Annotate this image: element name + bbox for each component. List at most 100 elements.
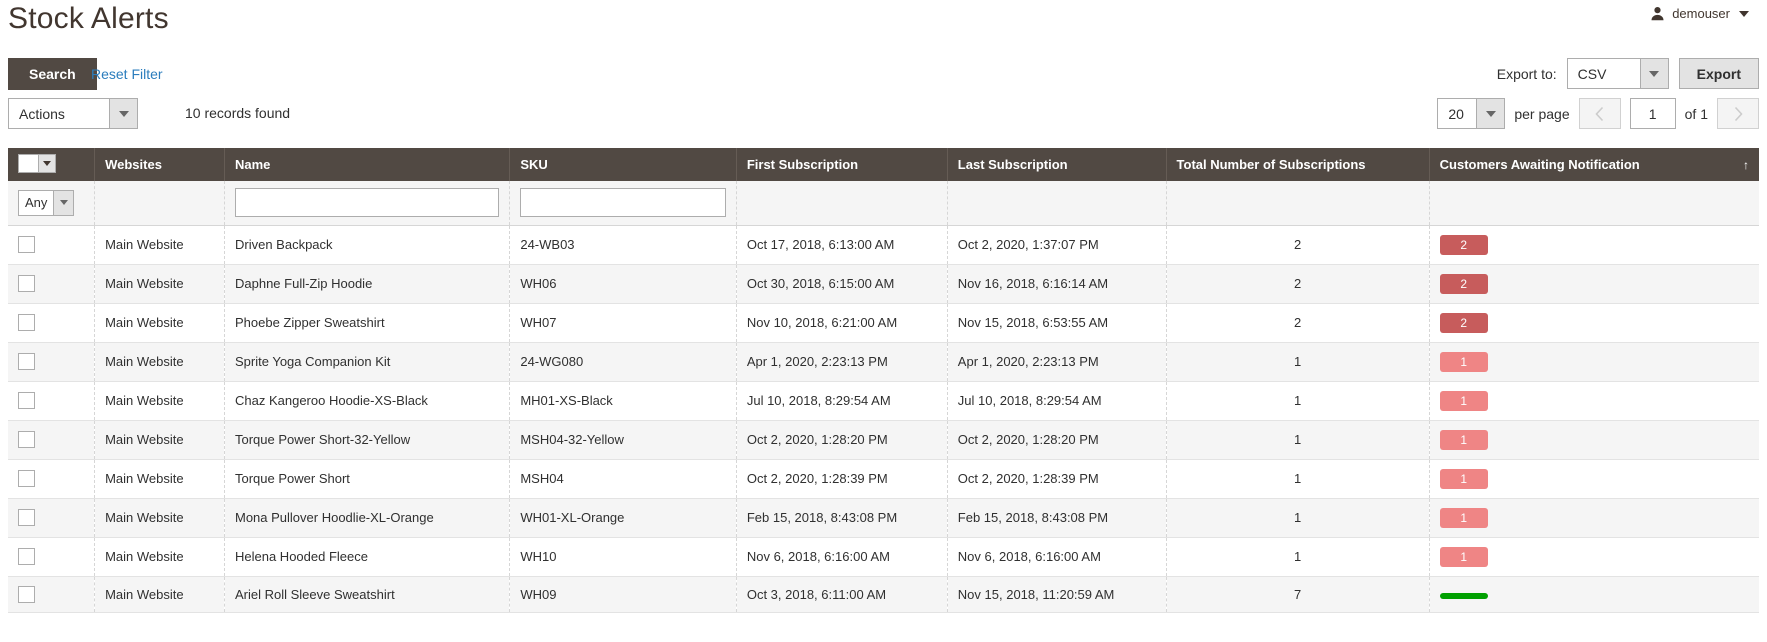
cell-name: Daphne Full-Zip Hoodie [224,264,511,304]
cell-first-subscription: Feb 15, 2018, 8:43:08 PM [736,498,948,538]
export-format-value: CSV [1577,65,1607,82]
row-checkbox-cell [8,225,96,265]
stock-alerts-grid: Websites Name SKU First Subscription Las… [8,148,1759,613]
column-header-customers-awaiting-notification[interactable]: Customers Awaiting Notification ↑ [1429,148,1759,181]
cell-name: Ariel Roll Sleeve Sweatshirt [224,576,511,613]
cell-last-subscription: Oct 2, 2020, 1:28:39 PM [947,459,1167,499]
filter-cell-total-subscriptions [1166,181,1430,226]
table-row[interactable]: Main Website Daphne Full-Zip Hoodie WH06 Oc… [8,264,1759,304]
cell-customers-awaiting: 1 [1429,498,1759,538]
cell-last-subscription: Nov 16, 2018, 6:16:14 AM [947,264,1167,304]
row-checkbox[interactable] [18,236,35,254]
next-page-button[interactable] [1717,98,1759,129]
search-button[interactable]: Search [8,58,97,90]
cell-website: Main Website [94,459,225,499]
cell-total-subscriptions: 7 [1166,576,1430,613]
row-checkbox-cell [8,576,96,613]
column-header-last-subscription[interactable]: Last Subscription [947,148,1167,181]
row-checkbox[interactable] [18,509,35,527]
select-all-checkbox[interactable] [19,155,38,172]
row-checkbox-cell [8,498,96,538]
per-page-select[interactable]: 20 [1437,98,1506,129]
select-all-header[interactable] [8,148,96,181]
per-page-label: per page [1514,105,1570,122]
status-badge [1439,592,1488,599]
column-header-websites[interactable]: Websites [94,148,225,181]
column-header-total-subscriptions[interactable]: Total Number of Subscriptions [1166,148,1430,181]
table-row[interactable]: Main Website Mona Pullover Hoodlie-XL-Ora… [8,498,1759,538]
row-checkbox-cell [8,264,96,304]
sort-ascending-icon: ↑ [1743,157,1749,172]
table-row[interactable]: Main Website Chaz Kangeroo Hoodie-XS-Blac… [8,381,1759,421]
user-name: demouser [1672,6,1730,21]
row-checkbox[interactable] [18,585,35,603]
export-format-select[interactable]: CSV [1566,58,1669,89]
cell-customers-awaiting: 1 [1429,459,1759,499]
cell-sku: WH01-XL-Orange [509,498,737,538]
cell-name: Phoebe Zipper Sweatshirt [224,303,511,343]
per-page-value: 20 [1448,105,1464,122]
cell-last-subscription: Nov 15, 2018, 6:53:55 AM [947,303,1167,343]
column-header-first-subscription[interactable]: First Subscription [736,148,948,181]
export-button[interactable]: Export [1678,58,1759,89]
cell-website: Main Website [94,264,225,304]
filter-cell-sku [509,181,737,226]
row-checkbox[interactable] [18,431,35,449]
table-row[interactable]: Main Website Sprite Yoga Companion Kit 24-… [8,342,1759,382]
select-all-dropdown[interactable] [18,154,56,173]
grid-body: Any Main Website Driven Backpack 24-WB03 Oc… [8,181,1759,613]
filter-name-input[interactable] [235,188,500,218]
row-checkbox[interactable] [18,470,35,488]
filter-sku-input[interactable] [520,188,726,218]
filter-cell-name [224,181,511,226]
row-checkbox[interactable] [18,314,35,332]
row-checkbox[interactable] [18,275,35,293]
cell-website: Main Website [94,537,225,577]
column-header-label: Customers Awaiting Notification [1439,157,1640,172]
cell-last-subscription: Jul 10, 2018, 8:29:54 AM [947,381,1167,421]
status-badge: 1 [1439,351,1488,372]
column-header-sku[interactable]: SKU [509,148,737,181]
row-checkbox-cell [8,381,96,421]
cell-customers-awaiting: 1 [1429,537,1759,577]
cell-name: Torque Power Short-32-Yellow [224,420,511,460]
table-row[interactable]: Main Website Phoebe Zipper Sweatshirt WH07… [8,303,1759,343]
column-header-name[interactable]: Name [224,148,511,181]
grid-head: Websites Name SKU First Subscription Las… [8,148,1759,181]
row-checkbox[interactable] [18,548,35,566]
actions-select-value: Actions [19,105,65,122]
previous-page-button[interactable] [1578,98,1621,129]
table-row[interactable]: Main Website Driven Backpack 24-WB03 Oct 17… [8,225,1759,265]
caret-down-icon [1739,10,1749,17]
table-row[interactable]: Main Website Helena Hooded Fleece WH10 Nov … [8,537,1759,577]
cell-customers-awaiting: 1 [1429,381,1759,421]
export-to-label: Export to: [1496,65,1557,82]
cell-total-subscriptions: 1 [1166,537,1430,577]
page-title: Stock Alerts [8,2,169,35]
cell-website: Main Website [94,342,225,382]
export-group: Export to: CSV Export [1497,58,1759,89]
caret-down-icon[interactable] [38,155,55,172]
cell-name: Torque Power Short [224,459,511,499]
page-number-input[interactable] [1629,98,1676,129]
row-checkbox-cell [8,420,96,460]
reset-filter-link[interactable]: Reset Filter [91,66,163,82]
filter-any-select[interactable]: Any [18,189,75,216]
table-row[interactable]: Main Website Torque Power Short MSH04 Oct 2… [8,459,1759,499]
table-row[interactable]: Main Website Ariel Roll Sleeve Sweatshirt… [8,576,1759,613]
status-badge: 2 [1439,273,1488,294]
row-checkbox[interactable] [18,392,35,410]
grid-meta-row: Actions 10 records found 20 per page of … [0,98,1767,132]
row-checkbox[interactable] [18,353,35,371]
status-badge: 1 [1439,468,1488,489]
table-row[interactable]: Main Website Torque Power Short-32-Yellow… [8,420,1759,460]
cell-total-subscriptions: 1 [1166,342,1430,382]
cell-total-subscriptions: 1 [1166,420,1430,460]
page-total-label: of 1 [1684,105,1708,122]
actions-select[interactable]: Actions [8,98,138,129]
cell-last-subscription: Feb 15, 2018, 8:43:08 PM [947,498,1167,538]
cell-sku: 24-WB03 [509,225,737,265]
cell-customers-awaiting: 1 [1429,420,1759,460]
cell-sku: MSH04 [509,459,737,499]
user-menu[interactable]: demouser [1650,6,1749,21]
